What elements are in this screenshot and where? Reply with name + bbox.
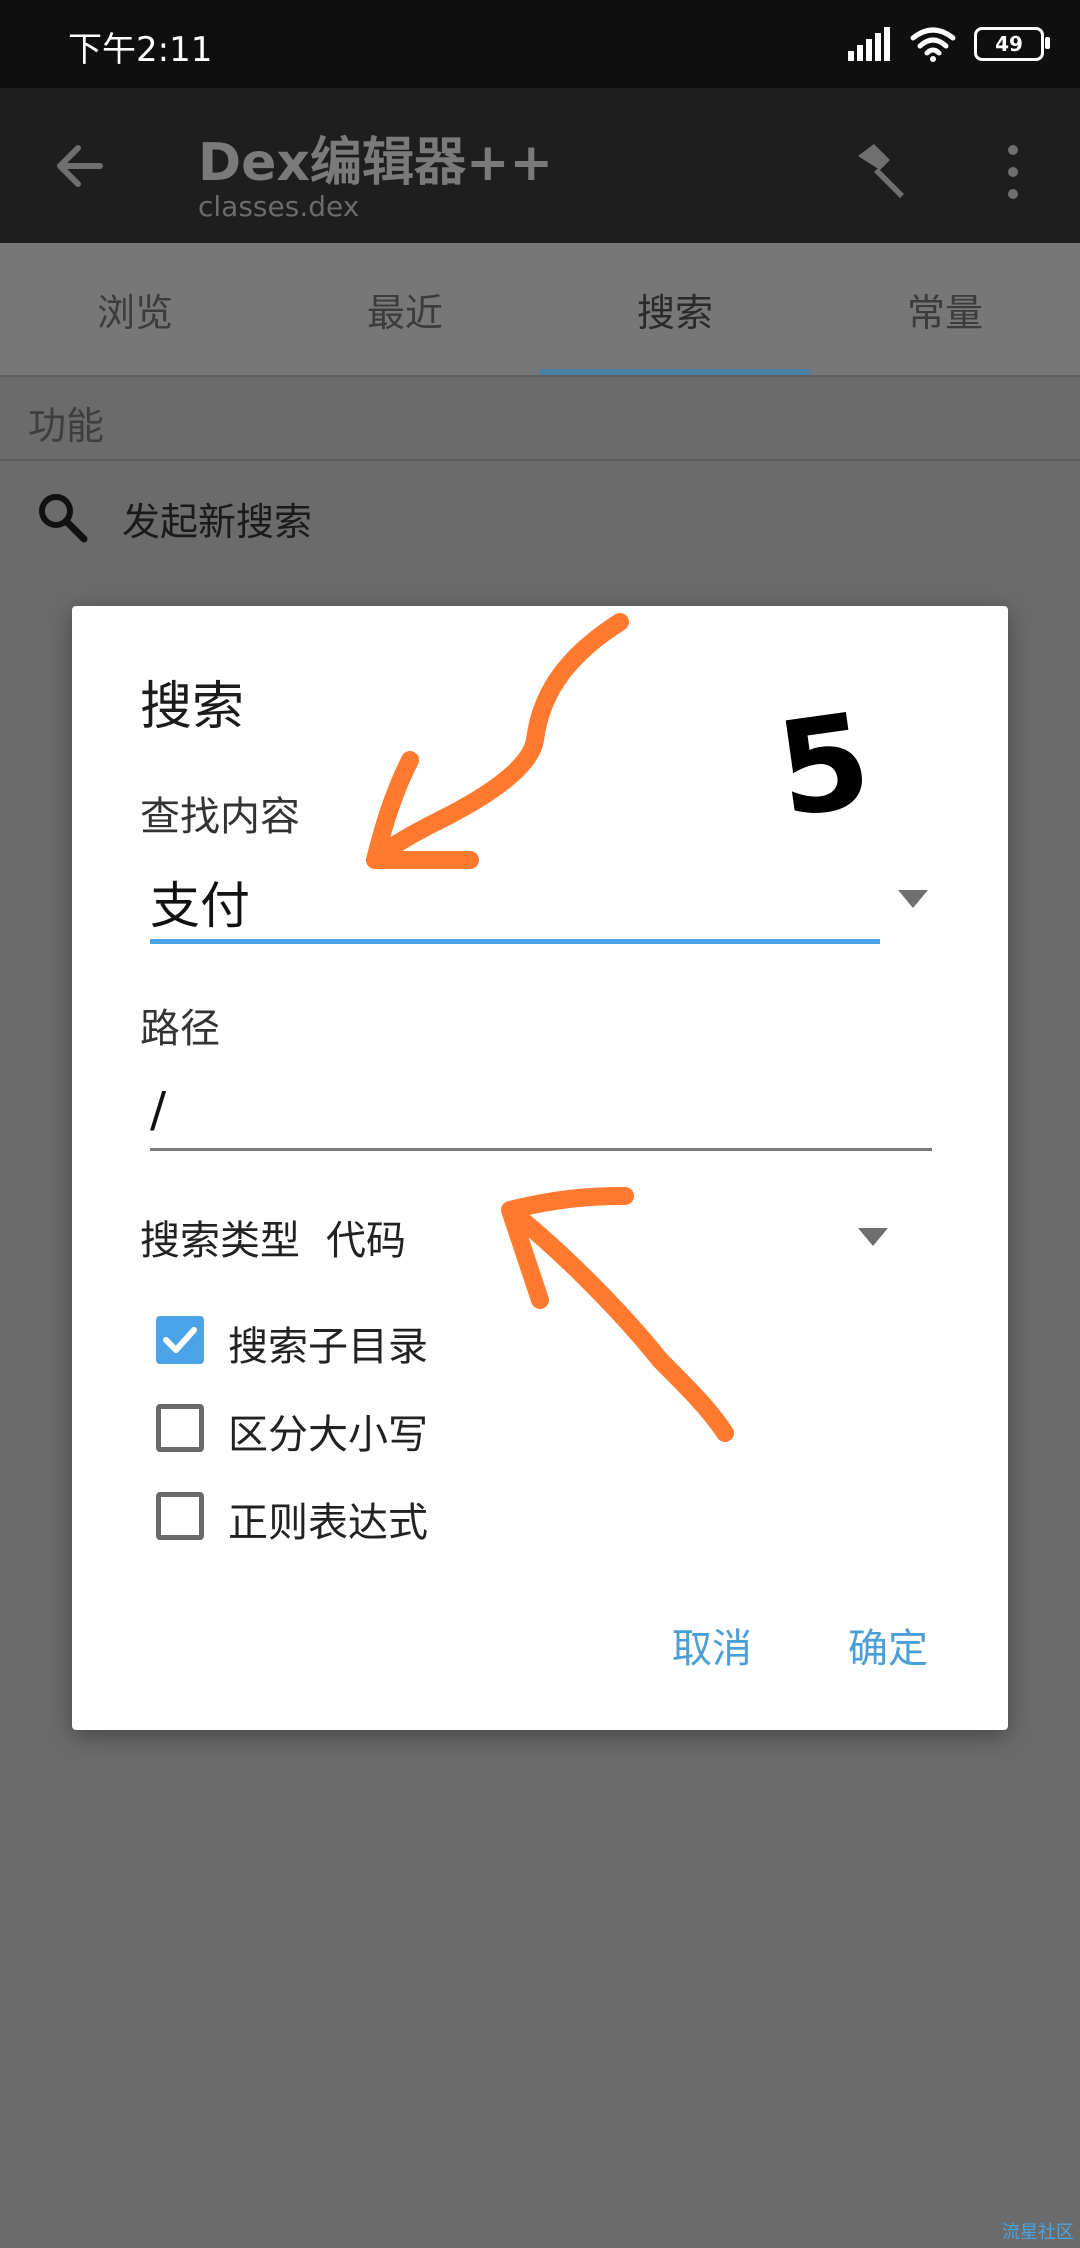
path-input-underline <box>150 1148 932 1151</box>
path-input[interactable]: / <box>150 1082 166 1138</box>
back-arrow-icon[interactable] <box>52 138 108 194</box>
checkbox-regex[interactable] <box>156 1492 204 1540</box>
find-input-underline <box>150 939 880 944</box>
search-type-label: 搜索类型 <box>140 1218 300 1264</box>
more-vert-icon[interactable] <box>998 140 1028 204</box>
tab-constants[interactable]: 常量 <box>810 243 1080 375</box>
search-icon <box>39 494 88 543</box>
new-search-item[interactable]: 发起新搜索 <box>0 461 1080 571</box>
search-type-value: 代码 <box>326 1218 406 1264</box>
tab-browse[interactable]: 浏览 <box>0 243 270 375</box>
app-title: Dex编辑器++ <box>198 133 554 193</box>
checkbox-subdirectories[interactable] <box>156 1316 204 1364</box>
status-time: 下午2:11 <box>68 30 213 70</box>
search-type-select[interactable]: 搜索类型 代码 <box>140 1208 406 1266</box>
path-label: 路径 <box>140 1006 220 1052</box>
battery-icon: 49 <box>974 27 1050 61</box>
find-label: 查找内容 <box>140 794 300 840</box>
checkbox-case-sensitive-label[interactable]: 区分大小写 <box>228 1402 428 1460</box>
section-header-label: 功能 <box>28 404 105 448</box>
wifi-icon <box>910 27 956 62</box>
signal-icon <box>848 27 890 61</box>
app-bar: Dex编辑器++ classes.dex <box>0 88 1080 243</box>
checkbox-subdirectories-label[interactable]: 搜索子目录 <box>228 1314 428 1372</box>
checkbox-case-sensitive[interactable] <box>156 1404 204 1452</box>
find-history-dropdown-icon[interactable] <box>898 890 928 908</box>
hammer-icon[interactable] <box>850 138 914 202</box>
tab-bar: 浏览 最近 搜索 常量 <box>0 243 1080 375</box>
app-subtitle: classes.dex <box>198 190 360 223</box>
new-search-label: 发起新搜索 <box>122 500 313 544</box>
dialog-title: 搜索 <box>140 677 245 737</box>
cancel-button[interactable]: 取消 <box>672 1616 752 1674</box>
status-bar: 下午2:11 49 <box>0 0 1080 88</box>
section-header: 功能 <box>0 377 1080 459</box>
search-dialog: 搜索 查找内容 支付 路径 / 搜索类型 代码 搜索子目录 区分大小写 正则表达式… <box>72 606 1008 1730</box>
tab-search[interactable]: 搜索 <box>540 243 810 375</box>
tab-recent[interactable]: 最近 <box>270 243 540 375</box>
battery-level: 49 <box>995 32 1023 56</box>
find-input[interactable]: 支付 <box>150 866 250 938</box>
checkbox-regex-label[interactable]: 正则表达式 <box>228 1490 428 1548</box>
search-type-dropdown-icon[interactable] <box>858 1228 888 1246</box>
check-icon <box>163 1327 197 1353</box>
status-icons: 49 <box>848 22 1050 66</box>
ok-button[interactable]: 确定 <box>848 1616 928 1674</box>
watermark: 流星社区 <box>1002 2222 1074 2243</box>
